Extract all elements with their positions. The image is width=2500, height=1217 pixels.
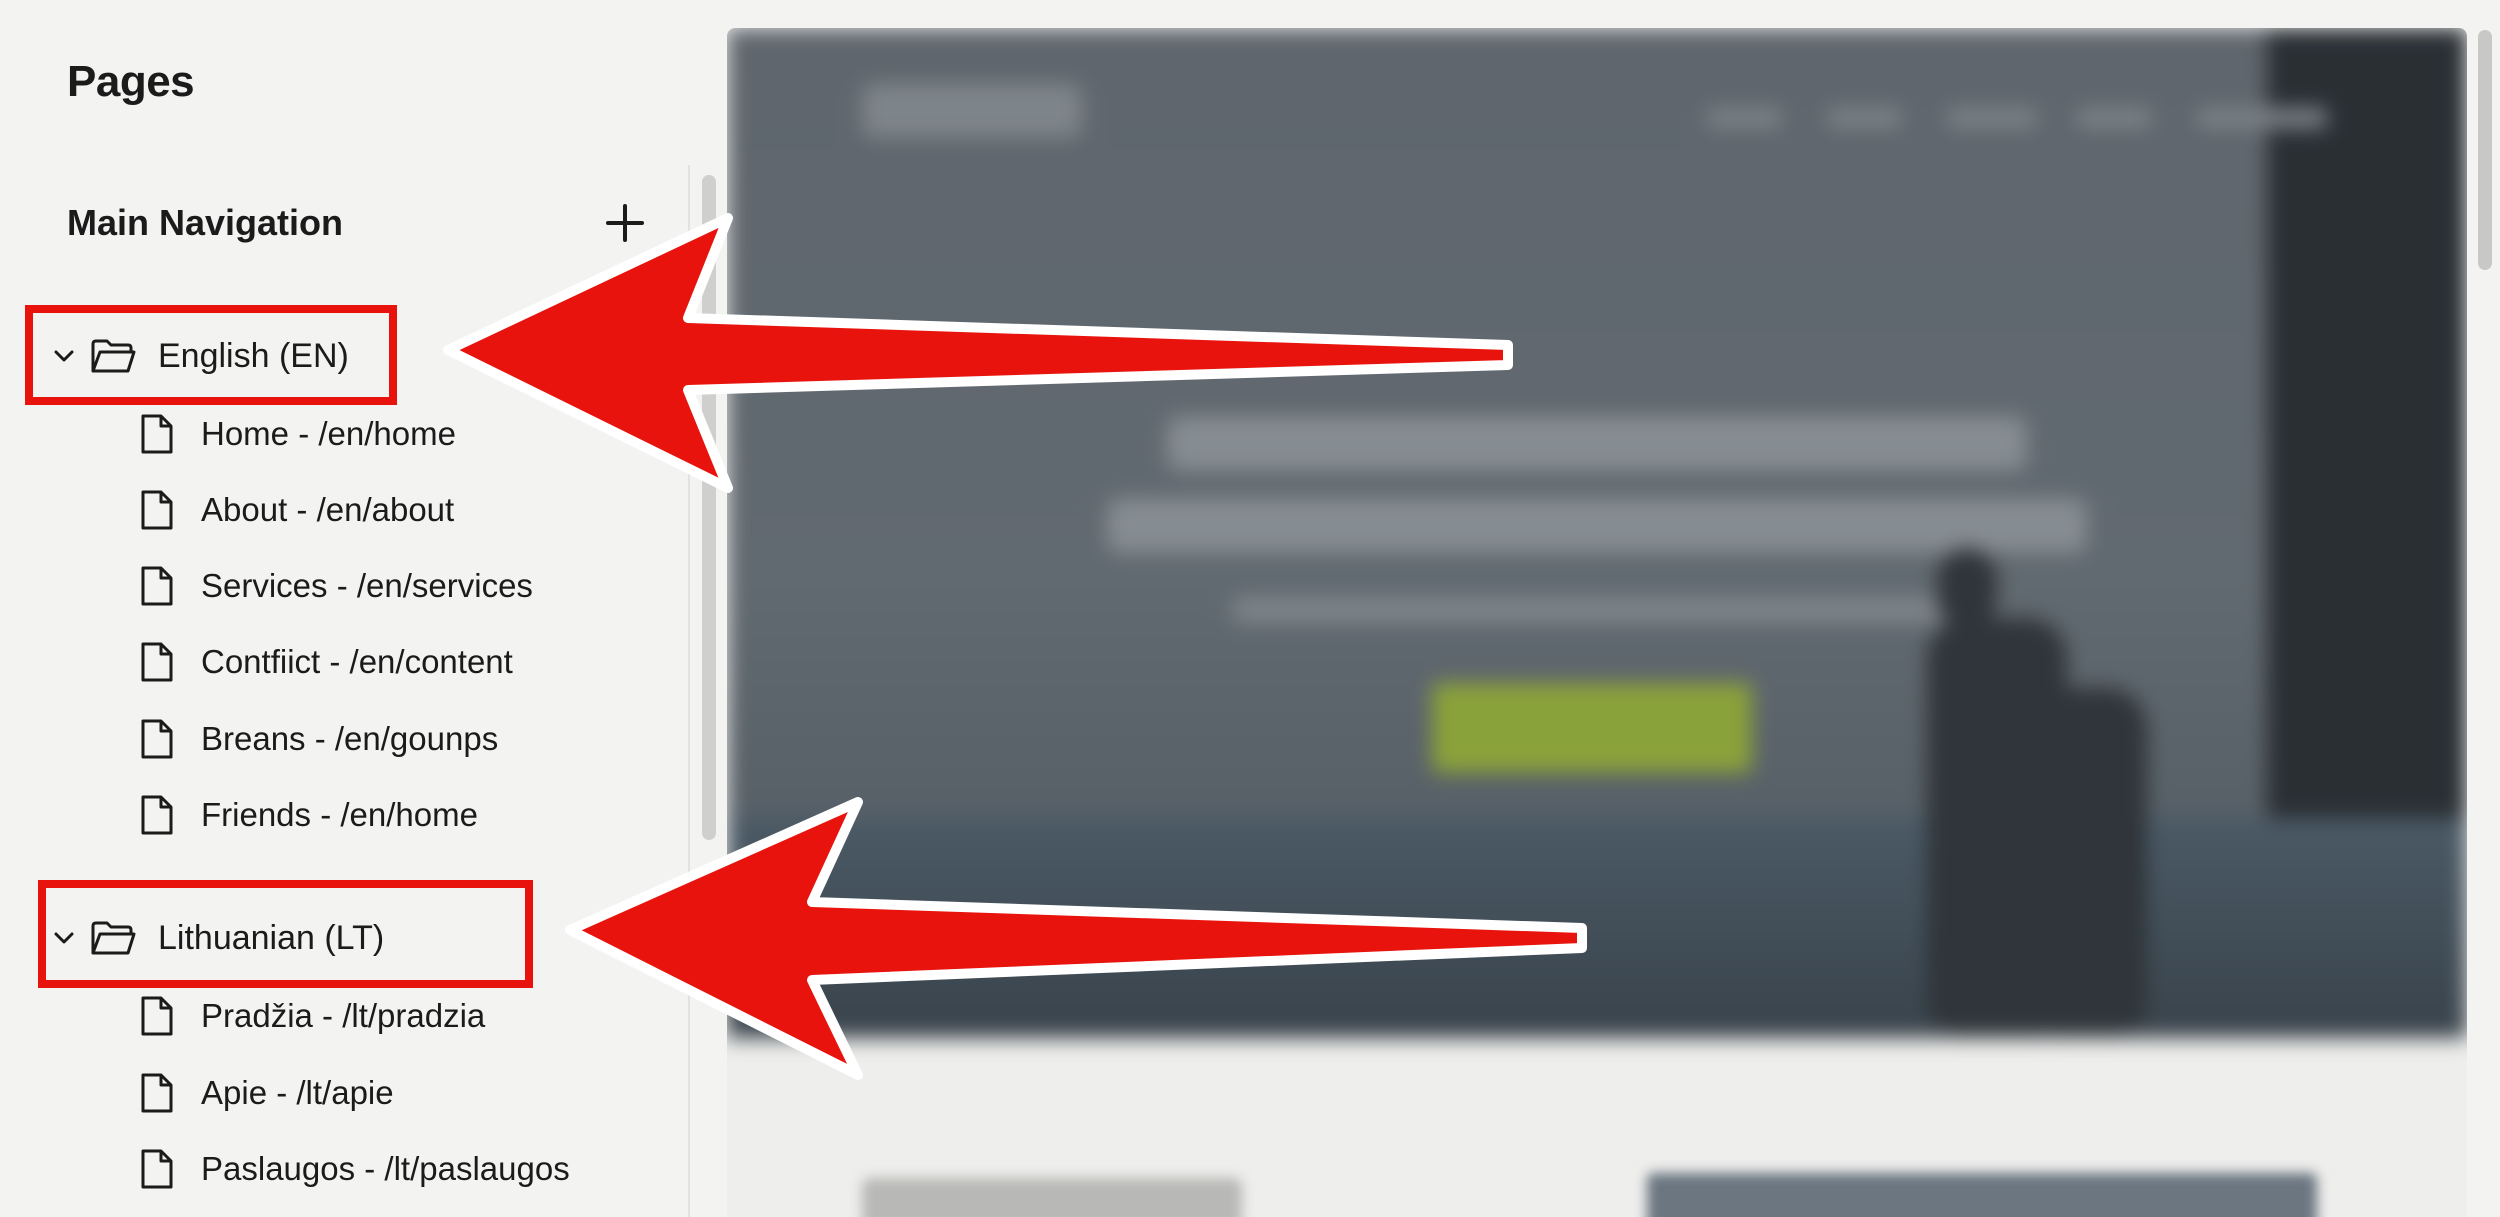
page-item-label: Paslaugos - /lt/paslaugos — [201, 1150, 570, 1187]
page-item-label: Pradžia - /lt/pradzia — [201, 997, 486, 1034]
highlight-box-lithuanian — [38, 880, 533, 988]
page-item-label: Friends - /en/home — [201, 796, 478, 833]
page-item-label: Breans - /en/gounps — [201, 720, 499, 757]
page-item-label: Home - /en/home — [201, 415, 456, 452]
document-icon — [141, 1149, 173, 1189]
sidebar-divider — [688, 165, 690, 1217]
highlight-box-english — [25, 305, 397, 405]
page-item[interactable]: Friends - /en/home — [140, 789, 478, 841]
document-icon — [141, 642, 173, 682]
document-icon — [141, 566, 173, 606]
page-item[interactable]: Paslaugos - /lt/paslaugos — [140, 1143, 570, 1195]
document-icon — [141, 996, 173, 1036]
main-navigation-title: Main Navigation — [67, 202, 344, 243]
preview-scrollbar[interactable] — [2478, 30, 2492, 270]
plus-icon — [606, 204, 644, 242]
page-item[interactable]: Apie - /lt/apie — [140, 1067, 394, 1119]
pages-sidebar: Pages Main Navigation English (EN) Home … — [0, 0, 700, 1217]
page-item[interactable]: Breans - /en/gounps — [140, 713, 498, 765]
page-title: Pages — [67, 57, 195, 106]
document-icon — [141, 414, 173, 454]
preview-cta-button — [1432, 683, 1752, 773]
sidebar-scrollbar[interactable] — [702, 175, 716, 840]
page-item[interactable]: Contfiict - /en/content — [140, 636, 513, 688]
page-item[interactable]: About - /en/about — [140, 484, 454, 536]
page-item-label: Services - /en/services — [201, 567, 533, 604]
page-item-label: Apie - /lt/apie — [201, 1074, 394, 1111]
site-preview[interactable] — [727, 28, 2467, 1217]
page-item-label: About - /en/about — [201, 491, 455, 528]
add-page-button[interactable] — [600, 198, 650, 248]
page-item-label: Contfiict - /en/content — [201, 643, 513, 680]
document-icon — [141, 795, 173, 835]
document-icon — [141, 1073, 173, 1113]
preview-logo — [862, 83, 1082, 138]
document-icon — [141, 490, 173, 530]
preview-hero — [727, 28, 2467, 1038]
document-icon — [141, 719, 173, 759]
page-item[interactable]: Services - /en/services — [140, 560, 533, 612]
page-item[interactable]: Home - /en/home — [140, 408, 456, 460]
page-item[interactable]: Pradžia - /lt/pradzia — [140, 990, 485, 1042]
